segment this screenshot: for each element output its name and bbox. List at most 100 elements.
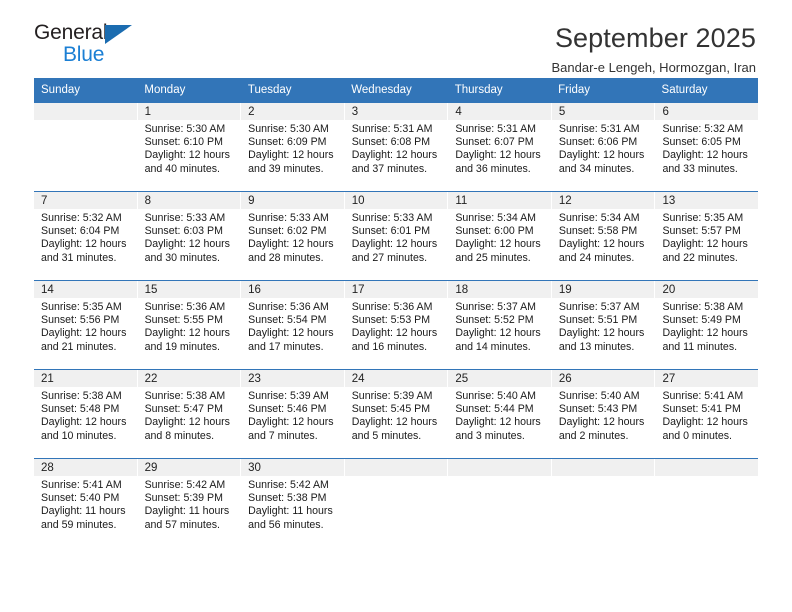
- sunset-text: Sunset: 6:07 PM: [455, 136, 534, 149]
- day-cell[interactable]: [343, 459, 448, 547]
- day-cell[interactable]: 5 Sunrise: 5:31 AM Sunset: 6:06 PM Dayli…: [550, 103, 655, 191]
- day-cell[interactable]: 2 Sunrise: 5:30 AM Sunset: 6:09 PM Dayli…: [240, 103, 344, 191]
- day-cell[interactable]: [550, 459, 655, 547]
- day-number: 20: [655, 281, 759, 298]
- day-cell[interactable]: 28 Sunrise: 5:41 AM Sunset: 5:40 PM Dayl…: [34, 459, 137, 547]
- day-cell[interactable]: 9 Sunrise: 5:33 AM Sunset: 6:02 PM Dayli…: [240, 192, 344, 280]
- day-cell[interactable]: 8 Sunrise: 5:33 AM Sunset: 6:03 PM Dayli…: [136, 192, 241, 280]
- sunset-text: Sunset: 6:04 PM: [41, 225, 120, 238]
- generalblue-logo[interactable]: General Blue: [34, 22, 146, 68]
- day-cell[interactable]: 29 Sunrise: 5:42 AM Sunset: 5:39 PM Dayl…: [136, 459, 241, 547]
- day-details: Sunrise: 5:37 AM Sunset: 5:52 PM Dayligh…: [448, 298, 551, 354]
- logo-triangle-icon: [105, 25, 132, 44]
- day-details: Sunrise: 5:30 AM Sunset: 6:09 PM Dayligh…: [241, 120, 344, 176]
- day-cell[interactable]: 21 Sunrise: 5:38 AM Sunset: 5:48 PM Dayl…: [34, 370, 137, 458]
- day-cell[interactable]: 13 Sunrise: 5:35 AM Sunset: 5:57 PM Dayl…: [654, 192, 759, 280]
- weekday-header-sunday: Sunday: [41, 84, 81, 96]
- sunset-text: Sunset: 5:56 PM: [41, 314, 120, 327]
- daylight-line1: Daylight: 12 hours: [144, 238, 230, 251]
- day-details: Sunrise: 5:42 AM Sunset: 5:38 PM Dayligh…: [241, 476, 344, 532]
- sunrise-text: Sunrise: 5:35 AM: [662, 212, 744, 224]
- day-cell[interactable]: 10 Sunrise: 5:33 AM Sunset: 6:01 PM Dayl…: [343, 192, 448, 280]
- day-details: Sunrise: 5:36 AM Sunset: 5:55 PM Dayligh…: [138, 298, 241, 354]
- weekday-header-row: Sunday Monday Tuesday Wednesday Thursday…: [34, 78, 758, 102]
- sunrise-text: Sunrise: 5:30 AM: [144, 123, 226, 135]
- daylight-line2: and 24 minutes.: [558, 251, 635, 264]
- day-cell[interactable]: 3 Sunrise: 5:31 AM Sunset: 6:08 PM Dayli…: [343, 103, 448, 191]
- day-details: Sunrise: 5:36 AM Sunset: 5:53 PM Dayligh…: [345, 298, 448, 354]
- sunrise-text: Sunrise: 5:33 AM: [144, 212, 226, 224]
- day-cell[interactable]: 1 Sunrise: 5:30 AM Sunset: 6:10 PM Dayli…: [136, 103, 241, 191]
- weekday-header-thursday: Thursday: [454, 84, 503, 96]
- daylight-line1: Daylight: 12 hours: [248, 149, 334, 162]
- sunset-text: Sunset: 6:08 PM: [351, 136, 431, 149]
- daylight-line1: Daylight: 12 hours: [558, 149, 645, 162]
- day-cell[interactable]: 25 Sunrise: 5:40 AM Sunset: 5:44 PM Dayl…: [447, 370, 551, 458]
- daylight-line2: and 3 minutes.: [455, 429, 525, 442]
- sunrise-text: Sunrise: 5:32 AM: [662, 123, 744, 135]
- week-row: 28 Sunrise: 5:41 AM Sunset: 5:40 PM Dayl…: [34, 458, 759, 547]
- day-cell[interactable]: [447, 459, 551, 547]
- day-number: 15: [137, 281, 241, 298]
- day-cell[interactable]: 30 Sunrise: 5:42 AM Sunset: 5:38 PM Dayl…: [240, 459, 344, 547]
- day-number: 2: [241, 103, 344, 120]
- day-cell[interactable]: 22 Sunrise: 5:38 AM Sunset: 5:47 PM Dayl…: [136, 370, 241, 458]
- sunset-text: Sunset: 5:43 PM: [558, 403, 638, 416]
- sunset-text: Sunset: 5:52 PM: [455, 314, 534, 327]
- sunrise-text: Sunrise: 5:35 AM: [41, 301, 122, 313]
- day-cell[interactable]: 14 Sunrise: 5:35 AM Sunset: 5:56 PM Dayl…: [34, 281, 137, 369]
- daylight-line1: Daylight: 12 hours: [144, 416, 230, 429]
- daylight-line2: and 36 minutes.: [455, 162, 531, 175]
- daylight-line1: Daylight: 11 hours: [41, 505, 126, 518]
- day-cell[interactable]: 20 Sunrise: 5:38 AM Sunset: 5:49 PM Dayl…: [654, 281, 759, 369]
- day-number: 21: [34, 370, 137, 387]
- day-cell[interactable]: 23 Sunrise: 5:39 AM Sunset: 5:46 PM Dayl…: [240, 370, 344, 458]
- day-cell[interactable]: 7 Sunrise: 5:32 AM Sunset: 6:04 PM Dayli…: [34, 192, 137, 280]
- day-cell[interactable]: 15 Sunrise: 5:36 AM Sunset: 5:55 PM Dayl…: [136, 281, 241, 369]
- daylight-line2: and 2 minutes.: [558, 429, 629, 442]
- sunrise-text: Sunrise: 5:33 AM: [248, 212, 329, 224]
- day-details: Sunrise: 5:39 AM Sunset: 5:46 PM Dayligh…: [241, 387, 344, 443]
- day-cell[interactable]: [654, 459, 759, 547]
- daylight-line1: Daylight: 12 hours: [41, 327, 127, 340]
- day-cell[interactable]: 4 Sunrise: 5:31 AM Sunset: 6:07 PM Dayli…: [447, 103, 551, 191]
- daylight-line2: and 27 minutes.: [351, 251, 428, 264]
- sunset-text: Sunset: 5:47 PM: [144, 403, 223, 416]
- day-number: 17: [344, 281, 448, 298]
- day-cell[interactable]: 18 Sunrise: 5:37 AM Sunset: 5:52 PM Dayl…: [447, 281, 551, 369]
- sunrise-text: Sunrise: 5:37 AM: [558, 301, 640, 313]
- day-cell[interactable]: 26 Sunrise: 5:40 AM Sunset: 5:43 PM Dayl…: [550, 370, 655, 458]
- sunset-text: Sunset: 6:03 PM: [144, 225, 223, 238]
- daylight-line1: Daylight: 12 hours: [351, 327, 438, 340]
- day-cell[interactable]: 12 Sunrise: 5:34 AM Sunset: 5:58 PM Dayl…: [550, 192, 655, 280]
- sunrise-text: Sunrise: 5:30 AM: [248, 123, 329, 135]
- day-cell[interactable]: 19 Sunrise: 5:37 AM Sunset: 5:51 PM Dayl…: [550, 281, 655, 369]
- sunrise-text: Sunrise: 5:41 AM: [41, 479, 122, 491]
- day-cell[interactable]: 16 Sunrise: 5:36 AM Sunset: 5:54 PM Dayl…: [240, 281, 344, 369]
- sunset-text: Sunset: 5:39 PM: [144, 492, 223, 505]
- day-cell[interactable]: 17 Sunrise: 5:36 AM Sunset: 5:53 PM Dayl…: [343, 281, 448, 369]
- sunset-text: Sunset: 5:49 PM: [662, 314, 741, 327]
- day-details: Sunrise: 5:40 AM Sunset: 5:44 PM Dayligh…: [448, 387, 551, 443]
- sunset-text: Sunset: 5:48 PM: [41, 403, 120, 416]
- day-cell[interactable]: 11 Sunrise: 5:34 AM Sunset: 6:00 PM Dayl…: [447, 192, 551, 280]
- day-cell[interactable]: 27 Sunrise: 5:41 AM Sunset: 5:41 PM Dayl…: [654, 370, 759, 458]
- day-cell[interactable]: [34, 103, 137, 191]
- day-details: Sunrise: 5:30 AM Sunset: 6:10 PM Dayligh…: [138, 120, 241, 176]
- week-row: 1 Sunrise: 5:30 AM Sunset: 6:10 PM Dayli…: [34, 102, 759, 191]
- day-cell[interactable]: 6 Sunrise: 5:32 AM Sunset: 6:05 PM Dayli…: [654, 103, 759, 191]
- daylight-line2: and 13 minutes.: [558, 340, 635, 353]
- daylight-line1: Daylight: 12 hours: [558, 238, 645, 251]
- sunrise-text: Sunrise: 5:37 AM: [455, 301, 536, 313]
- sunset-text: Sunset: 5:53 PM: [351, 314, 431, 327]
- daylight-line1: Daylight: 12 hours: [455, 149, 541, 162]
- daylight-line2: and 14 minutes.: [455, 340, 531, 353]
- daylight-line1: Daylight: 12 hours: [558, 327, 645, 340]
- day-details: Sunrise: 5:33 AM Sunset: 6:03 PM Dayligh…: [138, 209, 241, 265]
- daylight-line2: and 57 minutes.: [144, 518, 220, 531]
- day-details: Sunrise: 5:38 AM Sunset: 5:49 PM Dayligh…: [655, 298, 758, 354]
- day-number: 19: [551, 281, 655, 298]
- sunrise-text: Sunrise: 5:34 AM: [558, 212, 640, 224]
- day-cell[interactable]: 24 Sunrise: 5:39 AM Sunset: 5:45 PM Dayl…: [343, 370, 448, 458]
- sunrise-text: Sunrise: 5:38 AM: [662, 301, 744, 313]
